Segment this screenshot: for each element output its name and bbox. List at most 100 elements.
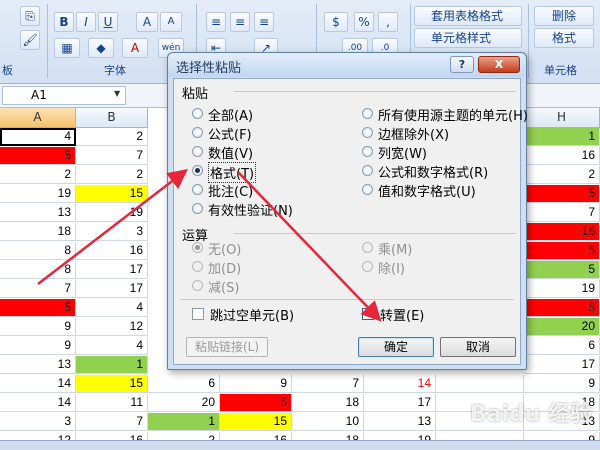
- label-skip-blanks[interactable]: 跳过空单元(B): [210, 305, 294, 324]
- column-header-b[interactable]: B: [76, 108, 148, 128]
- cell-b[interactable]: 4: [76, 337, 148, 355]
- radio-paste-formulas-numbers[interactable]: [362, 165, 373, 176]
- cell-h[interactable]: 16: [524, 147, 600, 165]
- label-transpose[interactable]: 转置(E): [380, 305, 424, 324]
- font-color-icon[interactable]: A: [122, 38, 148, 58]
- cell-a[interactable]: 19: [0, 185, 76, 203]
- option-paste-values[interactable]: 数值(V): [208, 143, 253, 162]
- radio-op-divide[interactable]: [362, 261, 373, 272]
- close-button[interactable]: X: [478, 56, 520, 73]
- cell-h[interactable]: 1: [524, 128, 600, 146]
- comma-button[interactable]: ,: [378, 12, 398, 32]
- cell-b[interactable]: 17: [76, 261, 148, 279]
- cell-b[interactable]: 7: [76, 413, 148, 431]
- radio-paste-source-theme[interactable]: [362, 108, 373, 119]
- cell-b[interactable]: 17: [76, 280, 148, 298]
- option-op-add[interactable]: 加(D): [208, 258, 241, 277]
- dialog-titlebar[interactable]: 选择性粘贴 ? X: [168, 53, 526, 77]
- delete-button[interactable]: 删除: [534, 6, 594, 26]
- align-left-icon[interactable]: ≡: [206, 12, 226, 32]
- format-button[interactable]: 格式: [534, 28, 594, 48]
- cell-style-button[interactable]: 单元格样式: [414, 28, 522, 48]
- fill-color-icon[interactable]: ◆: [88, 38, 114, 58]
- cell-a[interactable]: 5: [0, 299, 76, 317]
- option-paste-formulas-numbers[interactable]: 公式和数字格式(R): [378, 162, 488, 181]
- cell-b[interactable]: 15: [76, 185, 148, 203]
- cell-h[interactable]: 6: [524, 337, 600, 355]
- cell-h[interactable]: 7: [524, 204, 600, 222]
- cell-h[interactable]: 19: [524, 280, 600, 298]
- cell-a[interactable]: 2: [0, 166, 76, 184]
- cell-a[interactable]: 8: [0, 242, 76, 260]
- cell-b[interactable]: 3: [76, 223, 148, 241]
- checkbox-transpose[interactable]: [362, 306, 374, 320]
- column-header-h[interactable]: H: [524, 108, 600, 128]
- align-right-icon[interactable]: ≡: [254, 12, 274, 32]
- cell-b[interactable]: 2: [76, 166, 148, 184]
- cell-h[interactable]: 5: [524, 185, 600, 203]
- cell-h[interactable]: 5: [524, 242, 600, 260]
- option-op-none[interactable]: 无(O): [208, 239, 241, 258]
- cell-b[interactable]: 1: [76, 356, 148, 374]
- radio-paste-values[interactable]: [192, 146, 203, 157]
- option-paste-formulas[interactable]: 公式(F): [208, 124, 252, 143]
- cell-b[interactable]: 19: [76, 204, 148, 222]
- copy-icon[interactable]: ⎘: [20, 6, 40, 26]
- cell-h[interactable]: 9: [524, 375, 600, 393]
- ok-button[interactable]: 确定: [358, 337, 434, 357]
- name-box[interactable]: A1: [2, 86, 126, 105]
- cell-b[interactable]: 7: [76, 147, 148, 165]
- bold-button[interactable]: B: [54, 12, 74, 32]
- cell-a[interactable]: 3: [0, 413, 76, 431]
- radio-op-add[interactable]: [192, 261, 203, 272]
- cell-a[interactable]: 7: [0, 280, 76, 298]
- chevron-down-icon[interactable]: ▼: [114, 89, 120, 98]
- cell-f[interactable]: 17: [364, 394, 436, 412]
- cell-h[interactable]: 2: [524, 166, 600, 184]
- cell-a[interactable]: 5: [0, 147, 76, 165]
- currency-icon[interactable]: $: [324, 12, 348, 32]
- radio-paste-formats[interactable]: [192, 165, 203, 176]
- radio-paste-no-borders[interactable]: [362, 127, 373, 138]
- radio-op-subtract[interactable]: [192, 280, 203, 291]
- radio-paste-column-widths[interactable]: [362, 146, 373, 157]
- cell-b[interactable]: 16: [76, 242, 148, 260]
- option-op-divide[interactable]: 除(I): [378, 258, 405, 277]
- cell-g[interactable]: [436, 375, 524, 393]
- cell-f[interactable]: 14: [364, 375, 436, 393]
- cell-a[interactable]: 14: [0, 394, 76, 412]
- paste-link-button[interactable]: 粘贴链接(L): [186, 337, 268, 357]
- cell-a[interactable]: 18: [0, 223, 76, 241]
- radio-op-none[interactable]: [192, 242, 203, 253]
- option-op-multiply[interactable]: 乘(M): [378, 239, 412, 258]
- cell-b[interactable]: 15: [76, 375, 148, 393]
- option-op-subtract[interactable]: 减(S): [208, 277, 239, 296]
- cell-a[interactable]: 13: [0, 356, 76, 374]
- align-center-icon[interactable]: ≡: [230, 12, 250, 32]
- cell-b[interactable]: 4: [76, 299, 148, 317]
- cell-h[interactable]: 8: [524, 299, 600, 317]
- italic-button[interactable]: I: [76, 12, 96, 32]
- cell-h[interactable]: 5: [524, 261, 600, 279]
- cancel-button[interactable]: 取消: [440, 337, 516, 357]
- cell-h[interactable]: 17: [524, 356, 600, 374]
- cell-d[interactable]: 15: [220, 413, 292, 431]
- borders-icon[interactable]: ▦: [54, 38, 80, 58]
- cell-b[interactable]: 12: [76, 318, 148, 336]
- cell-a[interactable]: 14: [0, 375, 76, 393]
- radio-paste-formulas[interactable]: [192, 127, 203, 138]
- checkbox-skip-blanks[interactable]: [192, 308, 204, 320]
- option-paste-validation[interactable]: 有效性验证(N): [208, 200, 293, 219]
- option-paste-no-borders[interactable]: 边框除外(X): [378, 124, 449, 143]
- cell-a[interactable]: 13: [0, 204, 76, 222]
- cell-d[interactable]: 5: [220, 394, 292, 412]
- cell-d[interactable]: 9: [220, 375, 292, 393]
- option-paste-formats[interactable]: 格式(T): [208, 162, 257, 183]
- radio-op-multiply[interactable]: [362, 242, 373, 253]
- option-paste-all[interactable]: 全部(A): [208, 105, 253, 124]
- radio-paste-comments[interactable]: [192, 184, 203, 195]
- grow-font-button[interactable]: A: [136, 12, 158, 32]
- format-painter-icon[interactable]: 🖌: [20, 30, 40, 50]
- cell-a[interactable]: 8: [0, 261, 76, 279]
- cell-e[interactable]: 18: [292, 394, 364, 412]
